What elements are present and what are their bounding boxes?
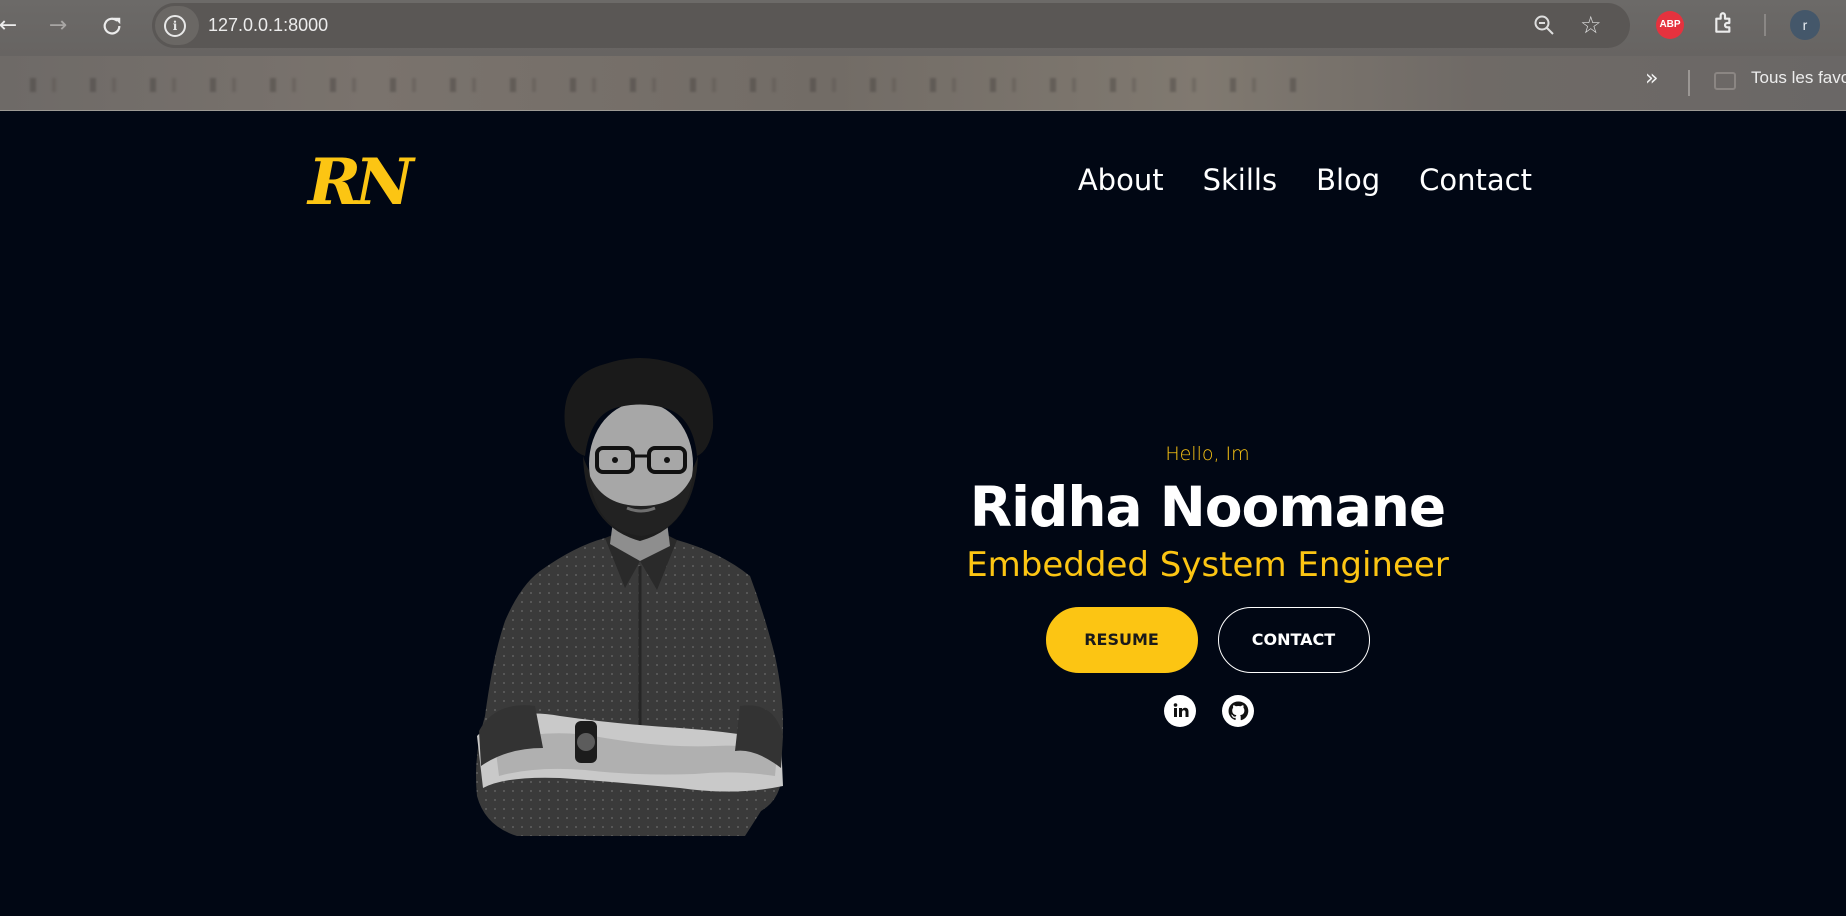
hero-buttons: RESUME CONTACT — [900, 607, 1515, 673]
hero-name: Ridha Noomane — [969, 475, 1446, 539]
extensions-puzzle-icon[interactable] — [1712, 10, 1738, 36]
browser-chrome: ← → i 127.0.0.1:8000 ☆ ABP r » Tous les … — [0, 0, 1846, 111]
main-nav: About Skills Blog Contact — [1078, 163, 1532, 197]
nav-about[interactable]: About — [1078, 163, 1164, 197]
reload-icon — [103, 17, 121, 35]
forward-button[interactable]: → — [42, 10, 74, 42]
more-bookmarks-chevron-icon[interactable]: » — [1645, 66, 1658, 91]
blurred-bookmarks — [30, 78, 1310, 92]
linkedin-icon[interactable] — [1163, 695, 1196, 727]
hero-section: Hello, Im Ridha Noomane Embedded System … — [900, 443, 1515, 727]
nav-skills[interactable]: Skills — [1203, 163, 1277, 197]
bookmark-star-icon[interactable]: ☆ — [1580, 13, 1602, 37]
contact-button[interactable]: CONTACT — [1217, 607, 1370, 673]
reload-button[interactable] — [96, 10, 128, 42]
site-info-button[interactable]: i — [155, 6, 199, 45]
github-icon[interactable] — [1221, 695, 1254, 727]
back-button[interactable]: ← — [0, 10, 24, 42]
profile-avatar[interactable]: r — [1790, 10, 1820, 40]
browser-toolbar: ← → i 127.0.0.1:8000 ☆ ABP r — [0, 0, 1846, 52]
nav-contact[interactable]: Contact — [1419, 163, 1532, 197]
portfolio-page: RN About Skills Blog Contact Hello, Im R… — [0, 111, 1846, 916]
toolbar-separator — [1764, 14, 1766, 36]
bookmarks-bar: » Tous les favoris — [0, 56, 1846, 111]
adblock-extension-icon[interactable]: ABP — [1656, 11, 1684, 39]
address-bar[interactable]: i 127.0.0.1:8000 ☆ — [152, 3, 1630, 48]
folder-icon — [1714, 72, 1736, 90]
social-links — [902, 695, 1515, 727]
nav-blog[interactable]: Blog — [1316, 163, 1380, 197]
site-logo[interactable]: RN — [308, 145, 414, 220]
bookmarks-folder-all[interactable]: Tous les favoris — [1751, 68, 1846, 88]
hero-greeting: Hello, Im — [1165, 443, 1250, 465]
info-icon: i — [164, 15, 186, 37]
url-text[interactable]: 127.0.0.1:8000 — [208, 15, 328, 36]
resume-button[interactable]: RESUME — [1045, 607, 1198, 673]
zoom-icon[interactable] — [1532, 13, 1556, 42]
bookmarks-separator — [1688, 70, 1690, 96]
profile-photo — [476, 358, 783, 836]
hero-role: Embedded System Engineer — [966, 545, 1449, 585]
